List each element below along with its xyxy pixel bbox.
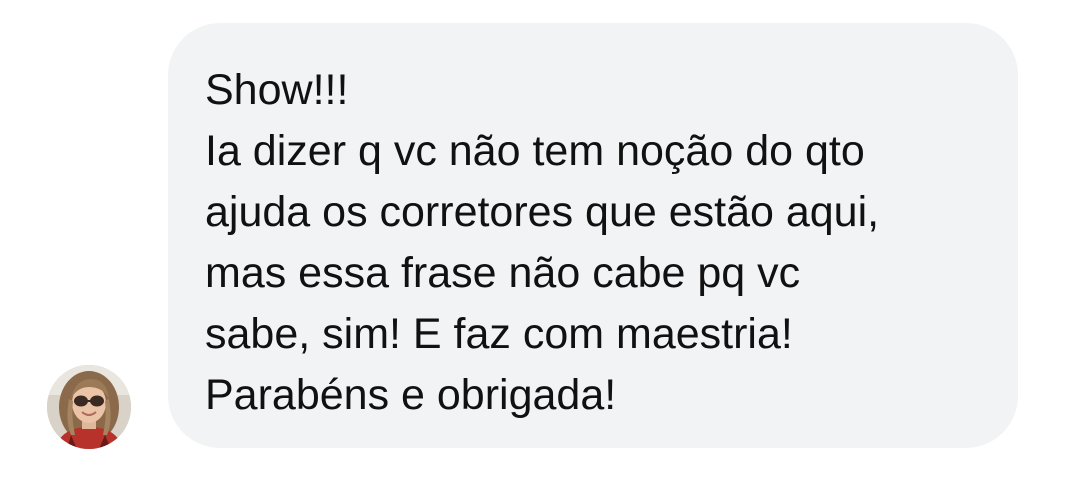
message-line: mas essa frase não cabe pq vc [205, 249, 801, 297]
message-bubble[interactable]: Show!!! Ia dizer q vc não tem noção do q… [168, 23, 1018, 448]
message-line: Show!!! [205, 66, 349, 114]
sender-avatar[interactable] [47, 365, 131, 449]
message-line: ajuda os corretores que estão aqui, [205, 188, 880, 236]
message-line: sabe, sim! E faz com maestria! [205, 310, 793, 358]
chat-thread: Show!!! Ia dizer q vc não tem noção do q… [0, 0, 1075, 491]
avatar-photo-icon [47, 365, 131, 449]
message-line: Ia dizer q vc não tem noção do qto [205, 127, 865, 175]
message-line: Parabéns e obrigada! [205, 371, 617, 419]
